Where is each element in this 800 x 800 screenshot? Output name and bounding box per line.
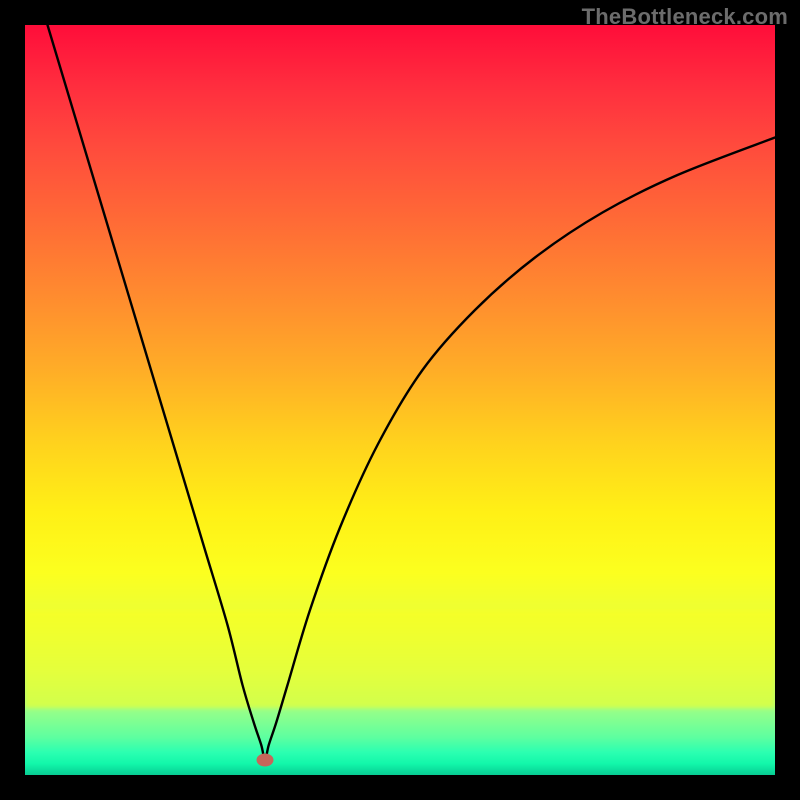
minimum-marker bbox=[257, 754, 274, 767]
plot-area bbox=[25, 25, 775, 775]
curve-svg bbox=[25, 25, 775, 775]
chart-frame: TheBottleneck.com bbox=[0, 0, 800, 800]
bottleneck-curve bbox=[48, 25, 776, 760]
